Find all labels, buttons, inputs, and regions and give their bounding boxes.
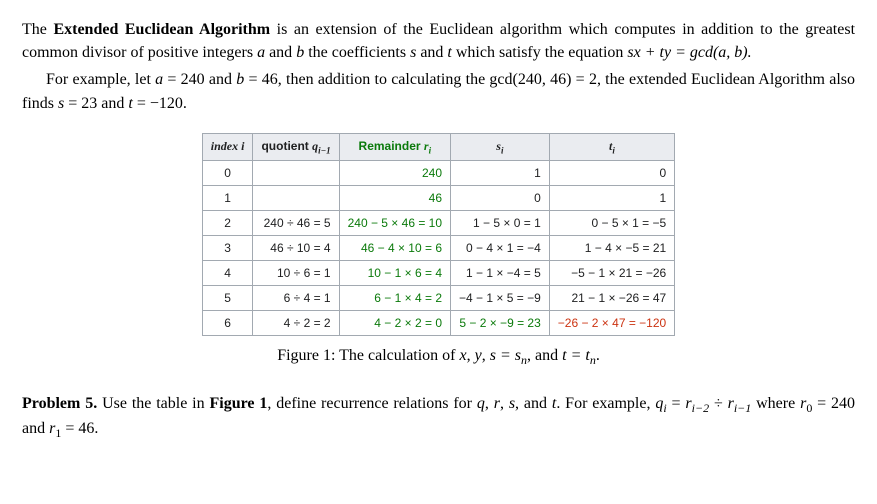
cell-q: 46 ÷ 10 = 4 (253, 236, 339, 261)
cell-i: 2 (202, 211, 253, 236)
var-a: a (257, 44, 265, 61)
cell-q: 240 ÷ 46 = 5 (253, 211, 339, 236)
text: = −120. (133, 95, 187, 112)
cell-t: 0 (549, 161, 674, 186)
col-remainder: Remainder ri (339, 133, 450, 160)
var-a: a (155, 71, 163, 88)
cell-r: 46 (339, 186, 450, 211)
cell-s: 5 − 2 × −9 = 23 (451, 311, 550, 336)
cell-r: 6 − 1 × 4 = 2 (339, 286, 450, 311)
cell-s: 0 (451, 186, 550, 211)
text: the coefficients (304, 44, 410, 61)
text: which satisfy the equation (452, 44, 628, 61)
text: For example, let (46, 71, 155, 88)
col-quotient: quotient qi−1 (253, 133, 339, 160)
cell-t: −5 − 1 × 21 = −26 (549, 261, 674, 286)
text: , and (527, 347, 562, 364)
cell-s: 1 − 1 × −4 = 5 (451, 261, 550, 286)
table-row: 5 6 ÷ 4 = 1 6 − 1 × 4 = 2 −4 − 1 × 5 = −… (202, 286, 674, 311)
figure-caption: Figure 1: The calculation of x, y, s = s… (22, 344, 855, 370)
var-b: b (296, 44, 304, 61)
var-q: q (477, 395, 485, 412)
cell-i: 1 (202, 186, 253, 211)
cell-s: 0 − 4 × 1 = −4 (451, 236, 550, 261)
cell-t: −26 − 2 × 47 = −120 (549, 311, 674, 336)
term-eea: Extended Euclidean Algorithm (53, 21, 270, 38)
table-row: 6 4 ÷ 2 = 2 4 − 2 × 2 = 0 5 − 2 × −9 = 2… (202, 311, 674, 336)
text: = 240 and (163, 71, 236, 88)
var-y: y (475, 347, 482, 364)
table-row: 3 46 ÷ 10 = 4 46 − 4 × 10 = 6 0 − 4 × 1 … (202, 236, 674, 261)
cell-r: 46 − 4 × 10 = 6 (339, 236, 450, 261)
text: where (751, 395, 800, 412)
table-row: 2 240 ÷ 46 = 5 240 − 5 × 46 = 10 1 − 5 ×… (202, 211, 674, 236)
text: = 46. (61, 420, 98, 437)
cell-t: 1 − 4 × −5 = 21 (549, 236, 674, 261)
text: Use the table in (97, 395, 209, 412)
cell-q (253, 161, 339, 186)
problem-5: Problem 5. Use the table in Figure 1, de… (22, 392, 855, 443)
cell-r: 10 − 1 × 6 = 4 (339, 261, 450, 286)
cell-q: 10 ÷ 6 = 1 (253, 261, 339, 286)
sub: i−2 (692, 401, 709, 415)
table-row: 1 46 0 1 (202, 186, 674, 211)
cell-i: 0 (202, 161, 253, 186)
cell-t: 21 − 1 × −26 = 47 (549, 286, 674, 311)
eea-table: index i quotient qi−1 Remainder ri si ti… (202, 133, 675, 336)
intro-paragraph-2: For example, let a = 240 and b = 46, the… (22, 68, 855, 114)
table-row: 0 240 1 0 (202, 161, 674, 186)
equation: sx + ty = gcd(a, b). (627, 44, 751, 61)
eq: = (667, 395, 686, 412)
col-t: ti (549, 133, 674, 160)
col-s: si (451, 133, 550, 160)
table-row: 4 10 ÷ 6 = 1 10 − 1 × 6 = 4 1 − 1 × −4 =… (202, 261, 674, 286)
intro-paragraph-1: The Extended Euclidean Algorithm is an e… (22, 18, 855, 64)
text: and (265, 44, 296, 61)
figure-ref: Figure 1 (209, 395, 267, 412)
div: ÷ (709, 395, 728, 412)
cell-i: 3 (202, 236, 253, 261)
eq: = s (496, 347, 521, 364)
cell-r: 240 − 5 × 46 = 10 (339, 211, 450, 236)
text: , and (515, 395, 552, 412)
cell-q: 4 ÷ 2 = 2 (253, 311, 339, 336)
cell-i: 5 (202, 286, 253, 311)
cell-q (253, 186, 339, 211)
text: The (22, 21, 53, 38)
var-r: r (494, 395, 500, 412)
text: . For example, (556, 395, 655, 412)
text: Figure 1: The calculation of (277, 347, 459, 364)
sub: n (590, 353, 596, 367)
text: and (416, 44, 447, 61)
col-index: index i (202, 133, 253, 160)
problem-label: Problem 5. (22, 395, 97, 412)
eea-table-wrap: index i quotient qi−1 Remainder ri si ti… (22, 133, 855, 336)
cell-s: 1 (451, 161, 550, 186)
cell-i: 4 (202, 261, 253, 286)
eq: = t (567, 347, 590, 364)
cell-s: −4 − 1 × 5 = −9 (451, 286, 550, 311)
cell-r: 240 (339, 161, 450, 186)
cell-r: 4 − 2 × 2 = 0 (339, 311, 450, 336)
cell-i: 6 (202, 311, 253, 336)
cell-q: 6 ÷ 4 = 1 (253, 286, 339, 311)
text: = 23 and (64, 95, 128, 112)
var-x: x (460, 347, 467, 364)
table-header-row: index i quotient qi−1 Remainder ri si ti (202, 133, 674, 160)
cell-s: 1 − 5 × 0 = 1 (451, 211, 550, 236)
cell-t: 0 − 5 × 1 = −5 (549, 211, 674, 236)
cell-t: 1 (549, 186, 674, 211)
text: , define recurrence relations for (267, 395, 477, 412)
sub: i−1 (734, 401, 751, 415)
